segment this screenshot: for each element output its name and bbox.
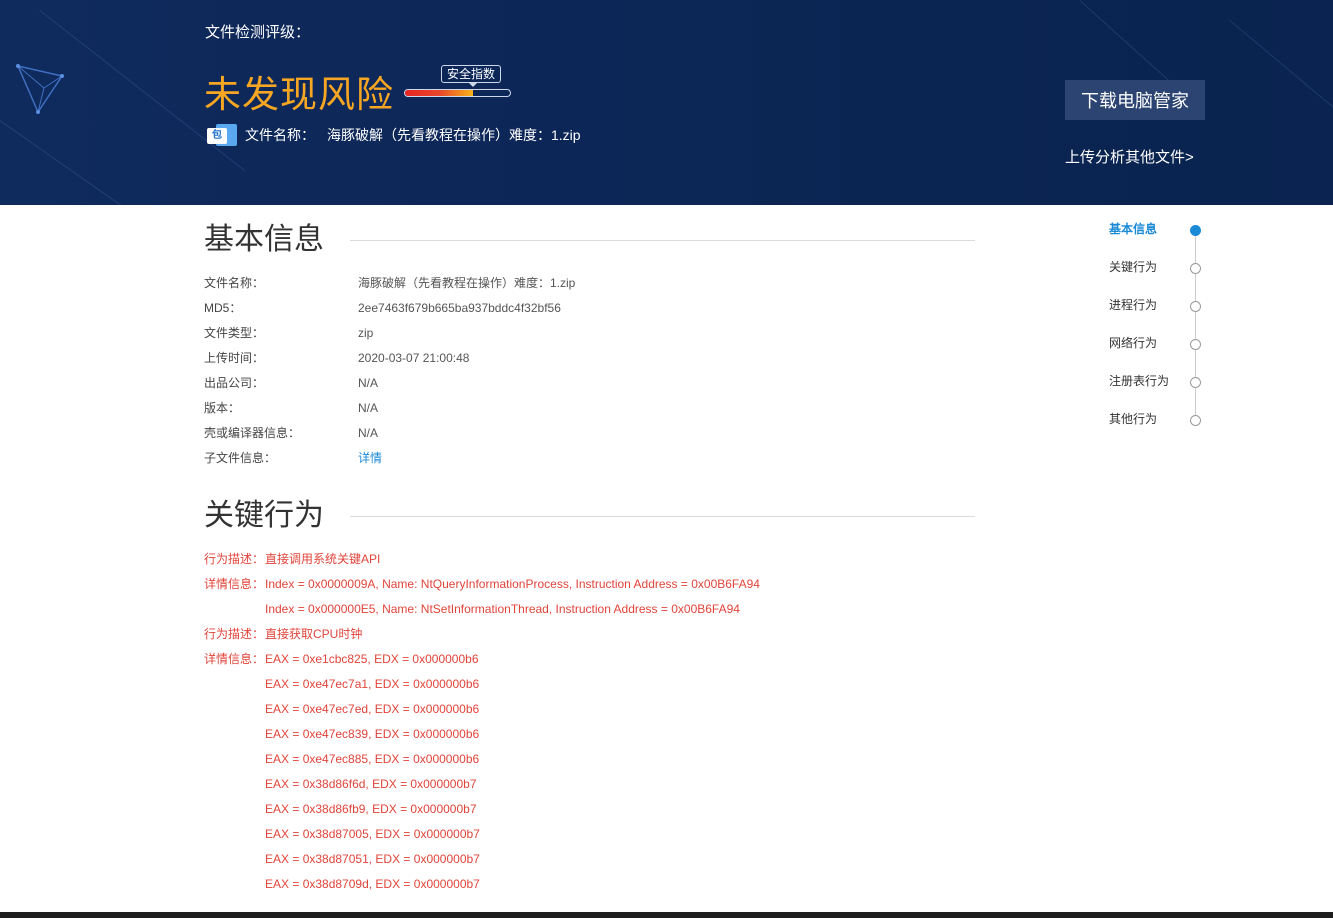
section-side-nav: 基本信息关键行为进程行为网络行为注册表行为其他行为 xyxy=(1100,214,1220,444)
info-row: 出品公司： N/A xyxy=(204,371,904,396)
upload-other-file-link[interactable]: 上传分析其他文件> xyxy=(1065,146,1194,167)
behavior-value: EAX = 0xe47ec7ed, EDX = 0x000000b6 xyxy=(265,702,480,716)
info-row: MD5： 2ee7463f679b665ba937bddc4f32bf56 xyxy=(204,296,904,321)
behavior-value: EAX = 0xe1cbc825, EDX = 0x000000b6 xyxy=(265,652,479,666)
info-key: MD5： xyxy=(204,301,242,315)
behavior-label: 行为描述： xyxy=(204,627,265,641)
info-value: N/A xyxy=(358,401,379,415)
file-name-label: 文件名称： xyxy=(245,127,315,143)
behavior-value: EAX = 0x38d87051, EDX = 0x000000b7 xyxy=(265,852,480,866)
behavior-value: EAX = 0xe47ec839, EDX = 0x000000b6 xyxy=(265,727,480,741)
behavior-value: Index = 0x000000E5, Name: NtSetInformati… xyxy=(265,602,740,616)
behavior-value: EAX = 0xe47ec885, EDX = 0x000000b6 xyxy=(265,752,480,766)
behavior-value: EAX = 0x38d86fb9, EDX = 0x000000b7 xyxy=(265,802,477,816)
download-pc-manager-button[interactable]: 下载电脑管家 xyxy=(1065,80,1205,120)
section-divider xyxy=(350,240,975,241)
info-row: 上传时间： 2020-03-07 21:00:48 xyxy=(204,346,904,371)
info-key: 壳或编译器信息： xyxy=(204,426,301,440)
side-nav-item[interactable]: 网络行为 xyxy=(1109,328,1157,358)
side-nav-item[interactable]: 注册表行为 xyxy=(1109,366,1169,396)
info-value: 2020-03-07 21:00:48 xyxy=(358,351,470,365)
behavior-label: 详情信息： xyxy=(204,652,265,666)
behavior-value: 直接获取CPU时钟 xyxy=(265,627,363,641)
info-value: N/A xyxy=(358,376,379,390)
info-row: 版本： N/A xyxy=(204,396,904,421)
info-row: 文件类型： zip xyxy=(204,321,904,346)
behavior-value: Index = 0x0000009A, Name: NtQueryInforma… xyxy=(265,577,760,591)
side-nav-dot-icon[interactable] xyxy=(1190,301,1201,312)
sub-file-details-link[interactable]: 详情 xyxy=(358,446,382,471)
info-key: 出品公司： xyxy=(204,376,265,390)
info-key: 上传时间： xyxy=(204,351,265,365)
side-nav-dot-icon[interactable] xyxy=(1190,263,1201,274)
side-nav-dot-icon[interactable] xyxy=(1190,377,1201,388)
behavior-value: EAX = 0x38d87005, EDX = 0x000000b7 xyxy=(265,827,480,841)
info-value: 2ee7463f679b665ba937bddc4f32bf56 xyxy=(358,301,561,315)
file-name-value: 海豚破解（先看教程在操作）难度：1.zip xyxy=(327,127,581,143)
info-key: 文件名称： xyxy=(204,276,265,290)
header-decoration xyxy=(1079,0,1170,82)
side-nav-item[interactable]: 进程行为 xyxy=(1109,290,1157,320)
safety-index-fill xyxy=(405,90,474,96)
file-name-row: 包 文件名称： 海豚破解（先看教程在操作）难度：1.zip xyxy=(207,124,581,146)
report-header: 文件检测评级： 未发现风险 安全指数 包 文件名称： 海豚破解（先看教程在操作）… xyxy=(0,0,1333,205)
safety-index-meter: 安全指数 xyxy=(404,64,512,100)
header-decoration xyxy=(1229,20,1333,124)
side-nav-item[interactable]: 基本信息 xyxy=(1109,214,1157,244)
info-value: N/A xyxy=(358,426,379,440)
info-row: 子文件信息： 详情 xyxy=(204,446,904,471)
safety-index-bar xyxy=(404,89,511,97)
info-key: 子文件信息： xyxy=(204,451,277,465)
side-nav-dot-icon[interactable] xyxy=(1190,339,1201,350)
behavior-value: EAX = 0x38d8709d, EDX = 0x000000b7 xyxy=(265,877,480,891)
risk-verdict: 未发现风险 xyxy=(204,74,394,115)
side-nav-dot-icon[interactable] xyxy=(1190,225,1201,236)
info-row: 文件名称： 海豚破解（先看教程在操作）难度：1.zip xyxy=(204,271,904,296)
info-key: 版本： xyxy=(204,401,241,415)
behavior-value: EAX = 0xe47ec7a1, EDX = 0x000000b6 xyxy=(265,677,480,691)
side-nav-item[interactable]: 关键行为 xyxy=(1109,252,1157,282)
section-divider xyxy=(350,516,975,517)
triangle-logo-icon xyxy=(16,64,64,114)
info-row: 壳或编译器信息： N/A xyxy=(204,421,904,446)
behavior-label: 行为描述： xyxy=(204,552,265,566)
archive-file-icon: 包 xyxy=(207,124,237,146)
behavior-value: 直接调用系统关键API xyxy=(265,552,381,566)
side-nav-item[interactable]: 其他行为 xyxy=(1109,404,1157,434)
behavior-value: EAX = 0x38d86f6d, EDX = 0x000000b7 xyxy=(265,777,477,791)
basic-info-title: 基本信息 xyxy=(204,223,324,256)
info-key: 文件类型： xyxy=(204,326,265,340)
safety-index-label: 安全指数 xyxy=(441,65,502,87)
key-behavior-title: 关键行为 xyxy=(204,499,324,532)
bottom-bar xyxy=(0,912,1333,918)
behavior-label: 详情信息： xyxy=(204,577,265,591)
info-value: 海豚破解（先看教程在操作）难度：1.zip xyxy=(358,276,576,290)
side-nav-dot-icon[interactable] xyxy=(1190,415,1201,426)
rating-label: 文件检测评级： xyxy=(205,24,311,41)
info-value: zip xyxy=(358,326,374,340)
side-nav-track xyxy=(1195,230,1196,420)
